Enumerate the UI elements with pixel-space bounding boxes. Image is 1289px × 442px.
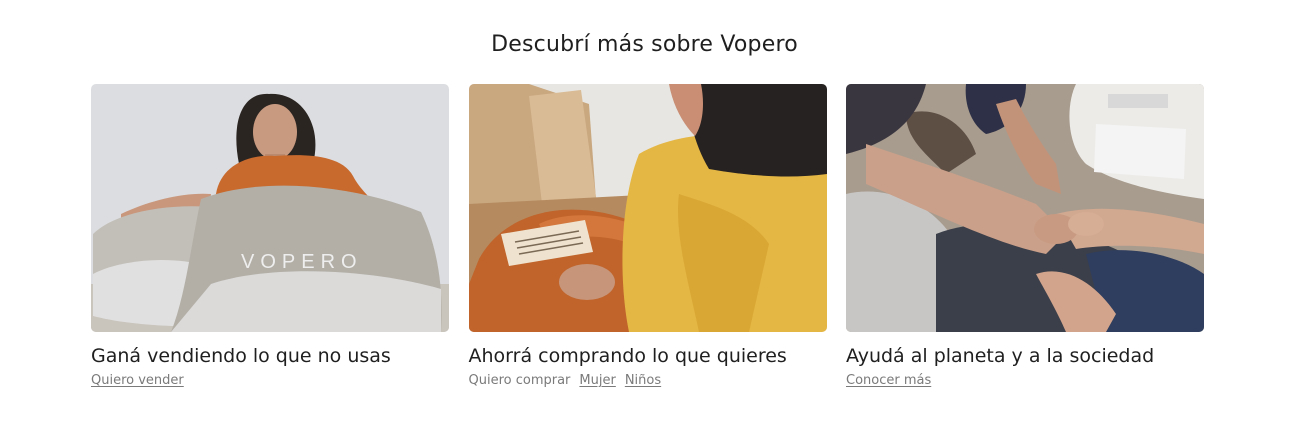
card-buy-image[interactable] [468,84,827,332]
card-buy-links: Quiero comprar Mujer Niños [469,372,827,390]
section-title: Descubrí más sobre Vopero [491,32,798,57]
card-planet-links: Conocer más [846,372,1204,390]
woman-with-box-photo [468,84,827,332]
learn-more-link[interactable]: Conocer más [846,373,931,388]
card-sell-links: Quiero vender [91,372,449,390]
card-planet-title: Ayudá al planeta y a la sociedad [846,345,1155,367]
card-sell-image[interactable]: VOPERO [91,84,449,332]
card-planet: Ayudá al planeta y a la sociedad Conocer… [846,84,1204,390]
card-planet-image[interactable] [846,84,1204,332]
buy-link[interactable]: Quiero comprar [469,373,571,388]
hands-on-clothes-photo [846,84,1204,332]
kids-link[interactable]: Niños [625,373,661,388]
women-link[interactable]: Mujer [579,373,615,388]
card-buy: Ahorrá comprando lo que quieres Quiero c… [468,84,827,390]
card-sell-title: Ganá vendiendo lo que no usas [91,345,391,367]
woman-with-bags-photo: VOPERO [91,84,449,332]
sell-link[interactable]: Quiero vender [91,373,184,388]
card-buy-title: Ahorrá comprando lo que quieres [468,345,787,367]
cards-row: VOPERO Ganá vendiendo lo que no usas Qui… [91,84,1204,390]
card-sell: VOPERO Ganá vendiendo lo que no usas Qui… [91,84,449,390]
bag-brand-text: VOPERO [241,251,363,273]
